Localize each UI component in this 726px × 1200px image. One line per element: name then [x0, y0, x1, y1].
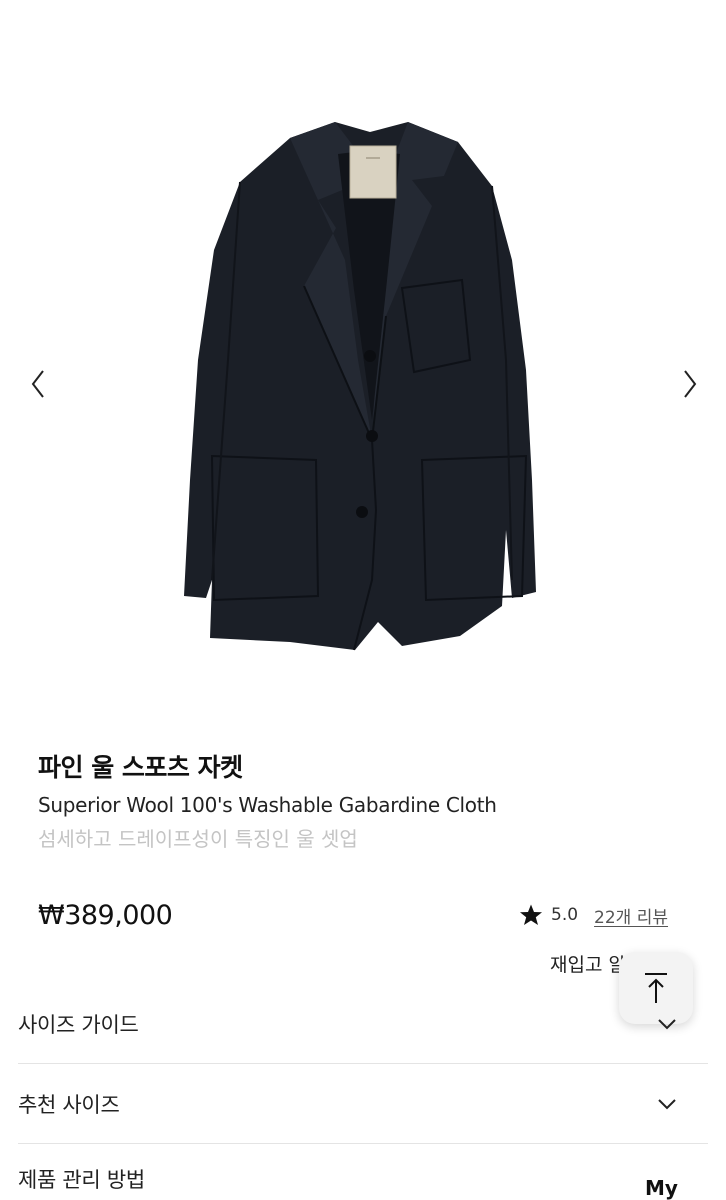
product-image-jacket [184, 122, 536, 651]
care-instructions-accordion[interactable]: 제품 관리 방법 [18, 1144, 708, 1200]
size-guide-accordion[interactable]: 사이즈 가이드 [18, 984, 708, 1064]
my-page-button[interactable]: My [645, 1176, 678, 1200]
size-guide-label: 사이즈 가이드 [18, 1012, 139, 1037]
chevron-down-icon [658, 1018, 676, 1029]
recommended-size-label: 추천 사이즈 [18, 1092, 120, 1117]
rating-value: 5.0 [551, 905, 579, 925]
star-icon [520, 904, 542, 925]
chevron-left-icon [31, 370, 44, 398]
product-info: 파인 울 스포츠 자켓 Superior Wool 100's Washable… [38, 750, 688, 854]
product-price: ₩389,000 [38, 900, 173, 931]
care-instructions-label: 제품 관리 방법 [18, 1168, 145, 1192]
chevron-right-icon [684, 370, 697, 398]
product-rating: 5.0 22개 리뷰 [519, 900, 668, 930]
gallery-prev-button[interactable] [24, 366, 54, 402]
chevron-down-icon [658, 1098, 676, 1109]
product-title: 파인 울 스포츠 자켓 [38, 753, 243, 782]
gallery-next-button[interactable] [674, 366, 704, 402]
review-count-link[interactable]: 22개 리뷰 [594, 903, 668, 928]
product-tagline: 섬세하고 드레이프성이 특징인 울 셋업 [38, 827, 358, 851]
product-image-gallery[interactable] [0, 0, 726, 720]
product-subtitle: Superior Wool 100's Washable Gabardine C… [38, 793, 497, 817]
recommended-size-accordion[interactable]: 추천 사이즈 [18, 1064, 708, 1144]
